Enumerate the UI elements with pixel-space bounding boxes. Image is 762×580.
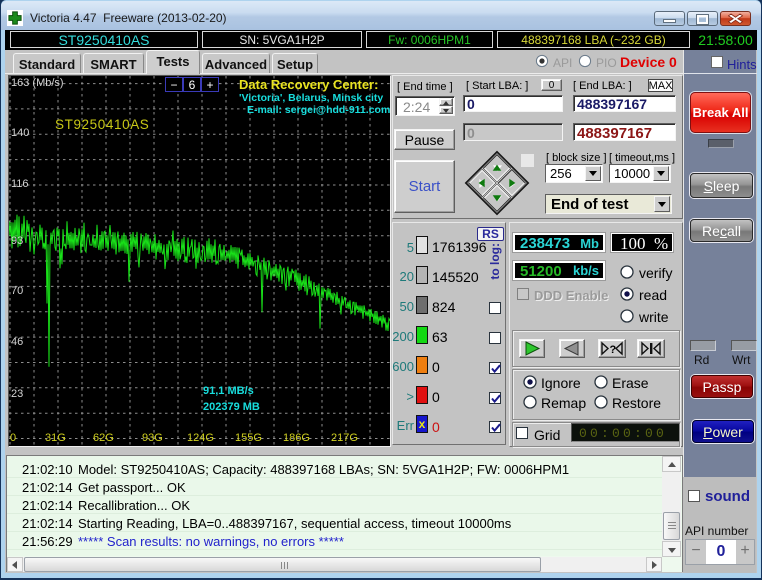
svg-text:?: ? xyxy=(610,344,617,356)
